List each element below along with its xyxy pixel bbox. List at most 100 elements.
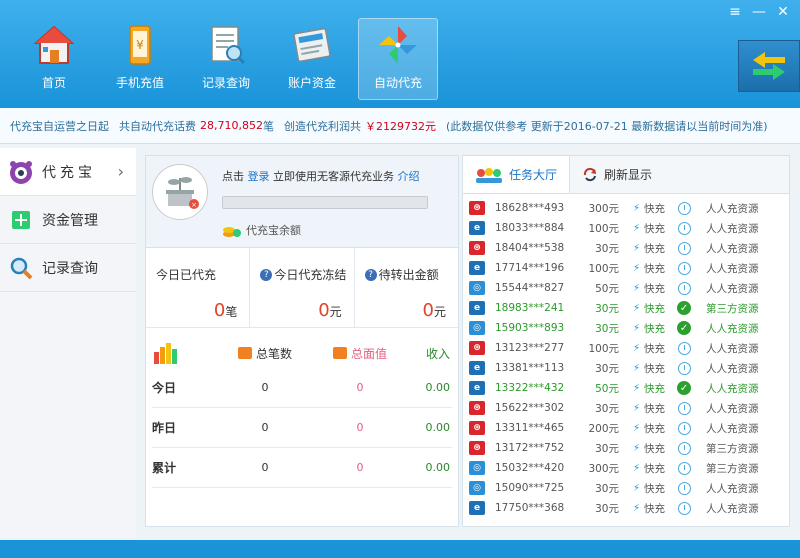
sidebar-item-funds[interactable]: 资金管理 [0, 196, 136, 244]
table-row: 今日 0 0 0.00 [152, 368, 452, 408]
stat-today-frozen: ? 今日代充冻结 0元 [250, 248, 355, 327]
account-panel: × 点击 登录 立即使用无客源代充业务 介绍 代充宝余额 今日已代充 0笔 ? 今… [145, 155, 459, 527]
order-source: 人人充资源 [706, 422, 759, 435]
order-phone: 17714***196 [495, 262, 565, 274]
nav-account-funds[interactable]: 账户资金 [272, 18, 352, 100]
menu-icon[interactable]: ≡ [728, 4, 742, 20]
order-amount: 100元 [588, 342, 619, 355]
banner-profit: ￥2129732元 [364, 119, 436, 133]
list-item: ⊛ 13123***277 100元 ⚡ 快充 人人充资源 [463, 338, 789, 358]
tab-refresh[interactable]: 刷新显示 [570, 156, 664, 193]
clock-icon [676, 361, 692, 375]
stat-label: 今日已代充 [156, 268, 217, 282]
order-source: 人人充资源 [706, 482, 759, 495]
list-item: e 17750***368 30元 ⚡ 快充 人人充资源 [463, 498, 789, 518]
intro-link[interactable]: 介绍 [398, 170, 420, 183]
order-speed: 快充 [644, 422, 666, 435]
banner-note: (此数据仅供参考 更新于2016-07-21 最新数据请以当前时间为准) [445, 119, 768, 133]
order-speed: 快充 [644, 502, 666, 515]
nav-home[interactable]: 首页 [14, 18, 94, 100]
tab-task-hall-label: 任务大厅 [509, 168, 558, 182]
help-icon[interactable]: ? [364, 268, 377, 281]
balance-text: 代充宝余额 [246, 224, 301, 237]
bar-chart-icon [154, 342, 177, 364]
lightning-icon: ⚡ [633, 342, 641, 354]
clock-icon [676, 201, 692, 215]
order-speed: 快充 [644, 382, 666, 395]
order-source: 人人充资源 [706, 242, 759, 255]
order-phone: 18033***884 [495, 222, 565, 234]
login-prompt: 点击 登录 立即使用无客源代充业务 介绍 [222, 168, 420, 184]
banner-text-2: 共自动代充话费 [119, 119, 196, 133]
table-row: 累计 0 0 0.00 [152, 448, 452, 488]
stat-unit: 元 [433, 305, 446, 319]
lightning-icon: ⚡ [633, 462, 641, 474]
lightning-icon: ⚡ [633, 362, 641, 374]
order-phone: 15032***420 [495, 462, 565, 474]
main-nav: 首页 ¥ 手机充值 记录查询 账户资金 自动代充 [14, 18, 438, 100]
order-amount: 30元 [595, 302, 619, 315]
stat-value: 0 [318, 300, 330, 321]
unicom-logo-icon: ⊛ [469, 341, 485, 355]
lightning-icon: ⚡ [633, 422, 641, 434]
banner-text-1: 代充宝自运营之日起 [10, 119, 109, 133]
order-source: 人人充资源 [706, 402, 759, 415]
phone-icon: ¥ [117, 22, 163, 68]
lightning-icon: ⚡ [633, 382, 641, 394]
order-source: 人人充资源 [706, 222, 759, 235]
sidebar-item-daichongbao[interactable]: 代充宝 › [0, 148, 136, 196]
order-amount: 30元 [595, 322, 619, 335]
stats-row: 今日已代充 0笔 ? 今日代充冻结 0元 ? 待转出金额 0元 [146, 248, 458, 328]
count-icon [237, 347, 252, 359]
clock-icon [676, 241, 692, 255]
stats-banner: 代充宝自运营之日起 共自动代充话费 28,710,852 笔 创造代充利润共 ￥… [0, 108, 800, 144]
nav-auto-recharge[interactable]: 自动代充 [358, 18, 438, 100]
list-item: ⊛ 18628***493 300元 ⚡ 快充 人人充资源 [463, 198, 789, 218]
login-link[interactable]: 登录 [248, 170, 270, 183]
clock-icon [676, 341, 692, 355]
balance-label: 代充宝余额 [222, 222, 301, 238]
close-icon[interactable]: ✕ [776, 4, 790, 20]
nav-records[interactable]: 记录查询 [186, 18, 266, 100]
banner-unit: 笔 [262, 119, 274, 133]
switch-mode-button[interactable] [738, 40, 800, 92]
sidebar-item-label: 代充宝 [42, 164, 96, 181]
stat-label: 今日代充冻结 [274, 268, 347, 282]
tab-task-hall[interactable]: 任务大厅 [463, 156, 571, 193]
minimize-icon[interactable]: — [752, 4, 766, 20]
telecom-logo-icon: e [469, 301, 485, 315]
order-speed: 快充 [644, 262, 666, 275]
row-count: 0 [261, 421, 269, 434]
stat-value: 0 [422, 300, 434, 321]
ledger-icon [289, 22, 335, 68]
sidebar-item-records[interactable]: 记录查询 [0, 244, 136, 292]
swap-arrows-icon [753, 52, 785, 80]
order-speed: 快充 [644, 362, 666, 375]
unicom-logo-icon: ⊛ [469, 421, 485, 435]
help-icon[interactable]: ? [260, 268, 273, 281]
order-phone: 13172***752 [495, 442, 565, 454]
order-source: 人人充资源 [706, 502, 759, 515]
telecom-logo-icon: e [469, 501, 485, 515]
order-amount: 100元 [588, 262, 619, 275]
order-phone: 15903***893 [495, 322, 565, 334]
tab-refresh-label: 刷新显示 [604, 168, 653, 182]
clock-icon [676, 461, 692, 475]
order-phone: 13123***277 [495, 342, 565, 354]
order-speed: 快充 [644, 302, 666, 315]
order-amount: 50元 [595, 382, 619, 395]
clock-icon [676, 441, 692, 455]
nav-phone-recharge[interactable]: ¥ 手机充值 [100, 18, 180, 100]
unicom-logo-icon: ⊛ [469, 241, 485, 255]
window-controls: ≡ — ✕ [728, 4, 790, 20]
check-circle-icon: ✓ [676, 321, 692, 335]
order-amount: 100元 [588, 222, 619, 235]
list-item: ⊛ 13311***465 200元 ⚡ 快充 人人充资源 [463, 418, 789, 438]
refresh-icon [583, 167, 597, 181]
login-section: × 点击 登录 立即使用无客源代充业务 介绍 代充宝余额 [146, 156, 458, 248]
list-item: e 17714***196 100元 ⚡ 快充 人人充资源 [463, 258, 789, 278]
order-phone: 17750***368 [495, 502, 565, 514]
lightning-icon: ⚡ [633, 482, 641, 494]
order-phone: 15622***302 [495, 402, 565, 414]
order-amount: 300元 [588, 202, 619, 215]
